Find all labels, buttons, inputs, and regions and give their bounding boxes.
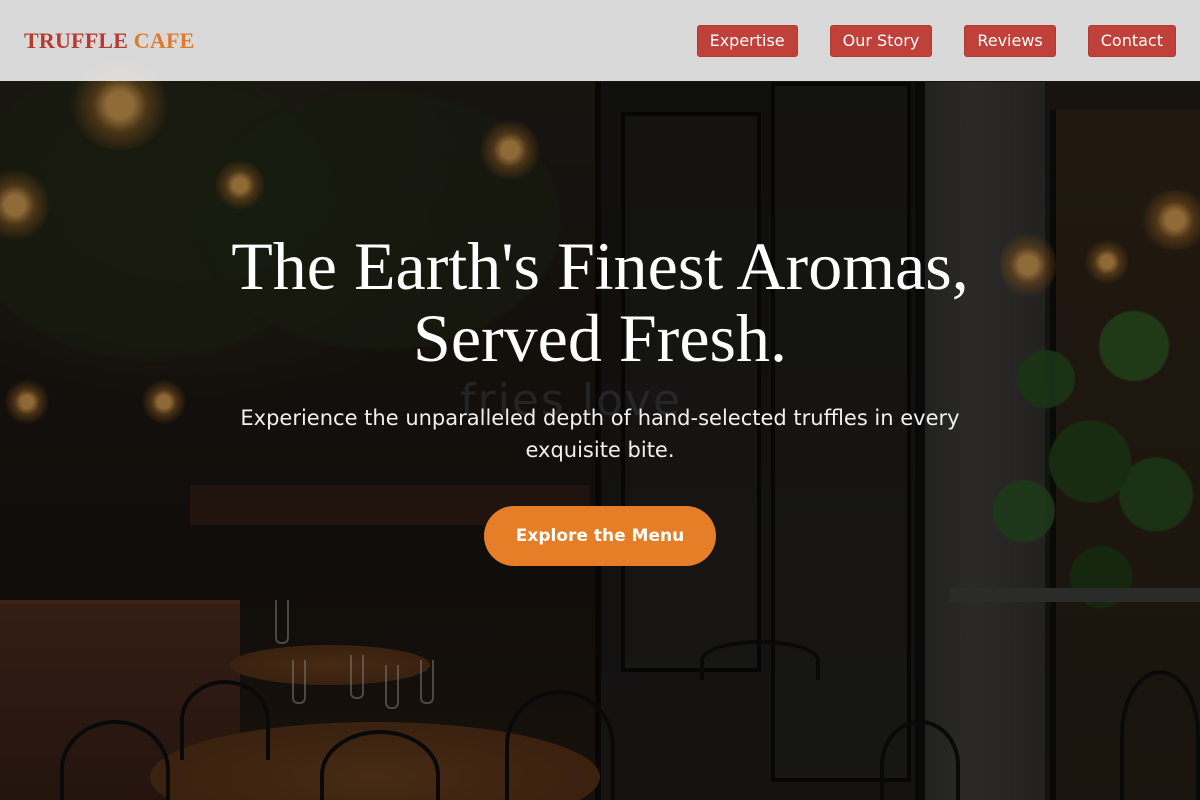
explore-menu-button[interactable]: Explore the Menu <box>484 506 716 566</box>
nav-expertise-button[interactable]: Expertise <box>696 24 798 57</box>
hero-subtitle: Experience the unparalleled depth of han… <box>240 406 960 462</box>
brand-logo[interactable]: TRUFFLE CAFE <box>24 28 194 54</box>
nav-contact-button[interactable]: Contact <box>1087 24 1176 57</box>
hero-headline: The Earth's Finest Aromas, Served Fresh. <box>0 230 1200 374</box>
hero-headline-line-2: Served Fresh. <box>413 300 787 376</box>
hero-content: The Earth's Finest Aromas, Served Fresh.… <box>0 230 1200 566</box>
nav-our-story-button[interactable]: Our Story <box>829 24 933 57</box>
brand-word-1: TRUFFLE <box>24 27 129 53</box>
site-header: TRUFFLE CAFE Expertise Our Story Reviews… <box>0 0 1200 81</box>
nav-reviews-button[interactable]: Reviews <box>964 24 1056 57</box>
main-nav: Expertise Our Story Reviews Contact <box>696 24 1176 57</box>
hero-headline-line-1: The Earth's Finest Aromas, <box>231 228 969 304</box>
brand-word-2: CAFE <box>133 27 195 53</box>
